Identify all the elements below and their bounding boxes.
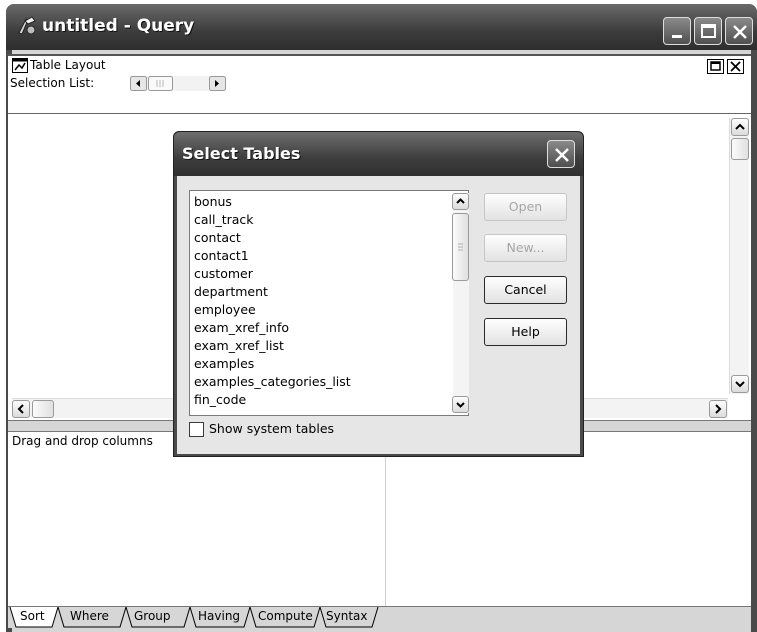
close-button[interactable] xyxy=(725,17,753,45)
list-item[interactable]: department xyxy=(194,283,268,301)
list-item[interactable]: contact1 xyxy=(194,247,249,265)
list-item[interactable]: examples_categories_list xyxy=(194,373,351,391)
scroll-left-button[interactable] xyxy=(12,400,30,418)
selection-list-label: Selection List: xyxy=(10,76,95,90)
dialog-close-button[interactable] xyxy=(547,140,575,168)
table-layout-icon xyxy=(12,58,28,73)
maximize-icon xyxy=(710,61,721,71)
list-item[interactable]: exam_xref_info xyxy=(194,319,289,337)
scroll-up-button[interactable] xyxy=(731,118,749,136)
scroll-right-button[interactable] xyxy=(709,400,727,418)
table-layout-title: Table Layout xyxy=(30,58,106,72)
pane-divider xyxy=(385,432,386,606)
show-system-tables-label: Show system tables xyxy=(209,421,335,436)
list-item[interactable]: customer xyxy=(194,265,253,283)
selection-list-row: Selection List: xyxy=(8,74,751,114)
grip-icon xyxy=(458,243,463,251)
open-button[interactable]: Open xyxy=(484,193,567,221)
chevron-down-icon xyxy=(735,381,745,388)
canvas-vertical-scrollbar[interactable] xyxy=(729,118,749,394)
criteria-pane[interactable]: Drag and drop columns xyxy=(8,432,751,606)
dialog-title-bar[interactable]: Select Tables xyxy=(174,132,583,176)
list-item[interactable]: call_track xyxy=(194,211,254,229)
cancel-button[interactable]: Cancel xyxy=(484,276,567,304)
window-title: untitled - Query xyxy=(42,16,195,36)
tab-outline xyxy=(9,607,379,628)
list-item[interactable]: contact xyxy=(194,229,241,247)
maximize-button[interactable] xyxy=(694,17,722,45)
tab-where[interactable]: Where xyxy=(70,609,109,623)
new-button[interactable]: New... xyxy=(484,234,567,262)
chevron-left-icon xyxy=(17,404,24,414)
scroll-thumb[interactable] xyxy=(452,213,469,281)
tab-group[interactable]: Group xyxy=(134,609,171,623)
close-icon xyxy=(733,25,747,39)
pane-maximize-button[interactable] xyxy=(707,59,724,74)
list-item[interactable]: exam_xref_list xyxy=(194,337,284,355)
maximize-icon xyxy=(701,24,716,38)
close-icon xyxy=(730,61,741,72)
chevron-right-icon xyxy=(715,404,722,414)
listbox-scrollbar[interactable] xyxy=(452,193,469,413)
chevron-up-icon xyxy=(456,198,465,204)
pane-close-button[interactable] xyxy=(727,59,744,74)
criteria-tab-strip: Sort Where Group Having Compute Syntax xyxy=(8,606,751,628)
minimize-icon xyxy=(672,35,682,38)
list-item[interactable]: examples xyxy=(194,355,254,373)
selection-list-scrollbar[interactable] xyxy=(130,76,226,91)
show-system-tables-checkbox[interactable] xyxy=(189,422,204,437)
table-layout-header: Table Layout xyxy=(8,54,751,74)
tab-syntax[interactable]: Syntax xyxy=(326,609,367,623)
scroll-up-button[interactable] xyxy=(452,193,469,210)
select-tables-dialog: Select Tables bonus call_track contact c… xyxy=(173,131,584,457)
chevron-up-icon xyxy=(735,123,745,130)
minimize-button[interactable] xyxy=(663,17,691,45)
tab-compute[interactable]: Compute xyxy=(258,609,313,623)
scroll-down-button[interactable] xyxy=(731,375,749,393)
scroll-thumb[interactable] xyxy=(731,138,749,160)
window-title-bar[interactable]: untitled - Query xyxy=(6,4,757,50)
tab-having[interactable]: Having xyxy=(198,609,240,623)
query-painter-icon xyxy=(18,16,36,35)
chevron-down-icon xyxy=(456,402,465,408)
list-item[interactable]: bonus xyxy=(194,193,232,211)
close-icon xyxy=(555,148,569,162)
list-item[interactable]: employee xyxy=(194,301,256,319)
drag-drop-hint: Drag and drop columns xyxy=(12,434,153,448)
dialog-title: Select Tables xyxy=(182,144,301,163)
help-button[interactable]: Help xyxy=(484,318,567,346)
tables-listbox[interactable]: bonus call_track contact contact1 custom… xyxy=(189,190,469,416)
tab-sort[interactable]: Sort xyxy=(20,609,45,623)
scroll-thumb[interactable] xyxy=(32,400,54,418)
scroll-down-button[interactable] xyxy=(452,396,469,413)
list-item[interactable]: fin_code xyxy=(194,391,246,409)
